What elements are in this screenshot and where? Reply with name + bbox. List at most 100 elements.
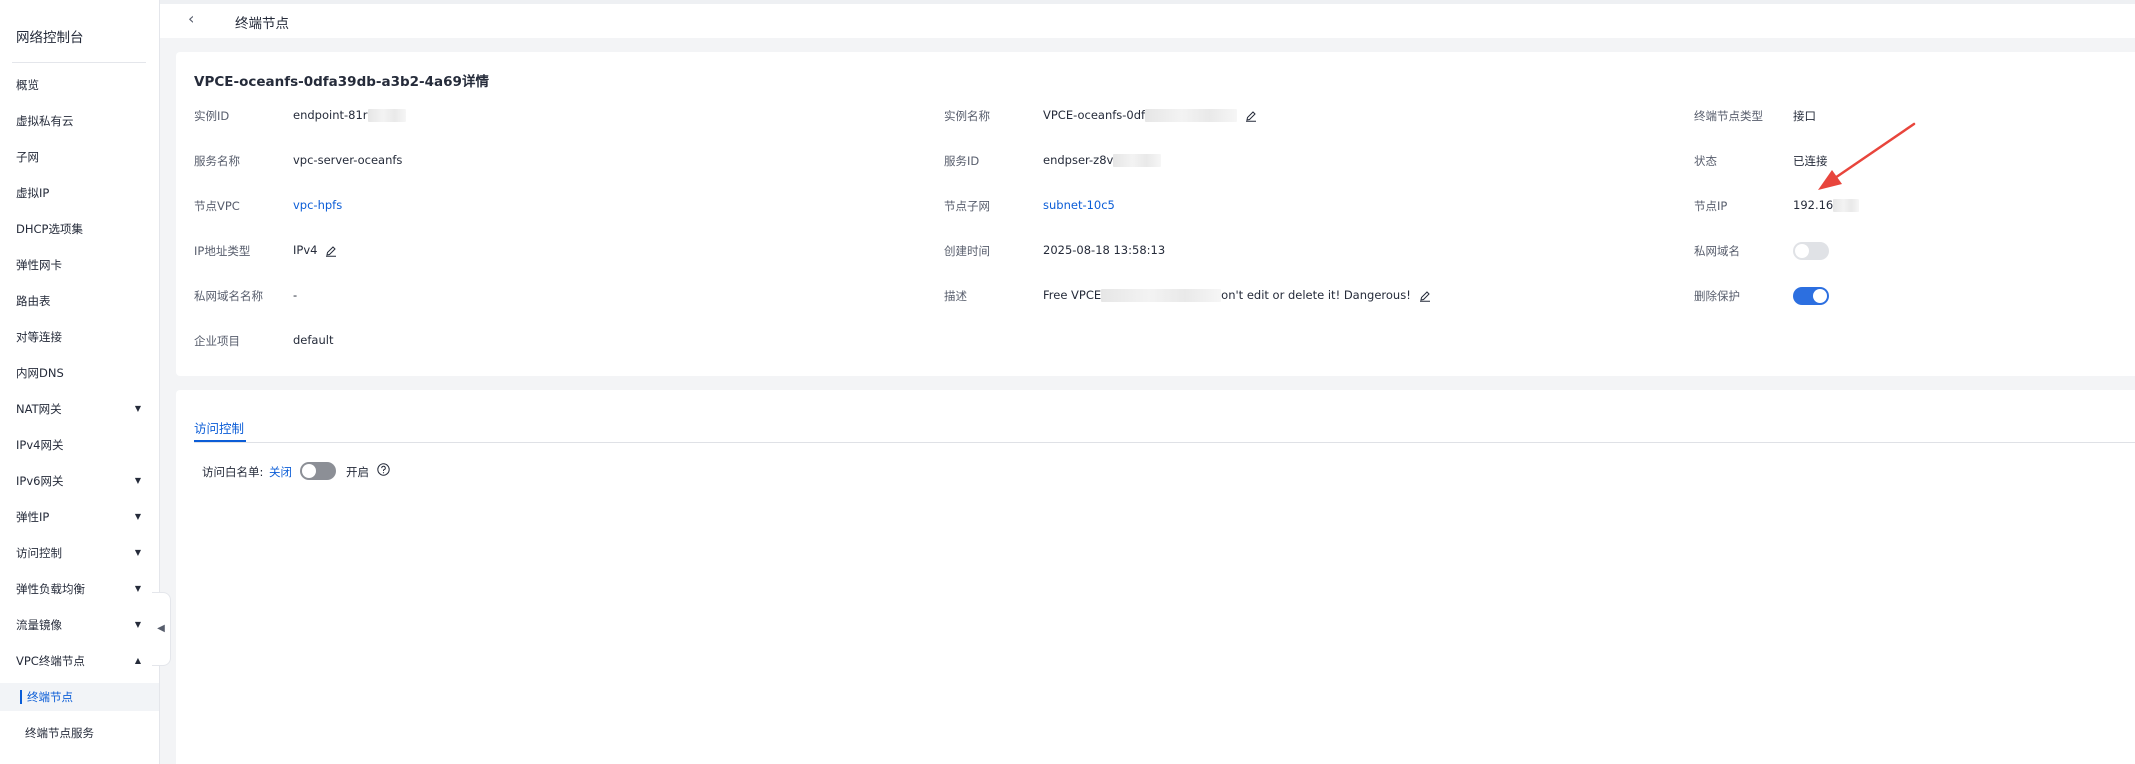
sidebar-item-label: VPC终端节点 — [16, 654, 85, 668]
service-id-value: endpser-z8v — [1043, 153, 1162, 167]
sidebar-item-label: 流量镜像 — [16, 618, 62, 632]
redaction-mask — [1145, 109, 1238, 122]
sidebar-item-label: 终端节点服务 — [25, 726, 94, 740]
sidebar-item-label: 弹性网卡 — [16, 258, 62, 272]
sidebar-title: 网络控制台 — [16, 30, 84, 46]
detail-title: VPCE-oceanfs-0dfa39db-a3b2-4a69详情 — [194, 74, 489, 90]
redaction-mask — [1833, 199, 1860, 212]
page-header: ‹ 终端节点 — [160, 4, 2135, 38]
sidebar-item-label: IPv6网关 — [16, 474, 64, 488]
toggle-knob — [302, 464, 316, 478]
help-icon[interactable] — [377, 463, 390, 476]
sidebar-item-label: 概览 — [16, 78, 39, 92]
sidebar: 网络控制台 概览 虚拟私有云 子网 虚拟IP DHCP选项集 弹性网卡 路由表 … — [0, 0, 160, 764]
annotation-arrow — [1818, 122, 1916, 190]
sidebar-collapse-button[interactable]: ◀ — [152, 592, 171, 666]
node-ip-value: 192.16 — [1793, 198, 1860, 212]
chevron-down-icon: ▼ — [134, 548, 141, 557]
sidebar-item-label: NAT网关 — [16, 402, 62, 416]
instance-id-text: endpoint-81r — [293, 108, 368, 122]
chevron-down-icon: ▼ — [134, 476, 141, 485]
sidebar-item-endpoint-services[interactable]: 终端节点服务 — [0, 719, 159, 747]
sidebar-item-dhcp[interactable]: DHCP选项集 — [0, 215, 159, 243]
sidebar-item-label: DHCP选项集 — [16, 222, 83, 236]
sidebar-item-eni[interactable]: 弹性网卡 — [0, 251, 159, 279]
enterprise-project-value: default — [293, 333, 334, 347]
chevron-left-icon: ◀ — [157, 623, 165, 634]
node-vpc-link[interactable]: vpc-hpfs — [293, 198, 342, 212]
tab-access-control[interactable]: 访问控制 — [194, 418, 244, 437]
instance-name-text: VPCE-oceanfs-0df — [1043, 108, 1146, 122]
private-dns-label: 私网域名 — [1694, 244, 1740, 258]
active-tab-indicator — [194, 440, 246, 442]
enterprise-project-label: 企业项目 — [194, 334, 240, 348]
service-id-text: endpser-z8v — [1043, 153, 1114, 167]
sidebar-item-subnet[interactable]: 子网 — [0, 143, 159, 171]
service-name-value: vpc-server-oceanfs — [293, 153, 403, 167]
sidebar-divider — [12, 62, 146, 63]
node-ip-text: 192.16 — [1793, 198, 1834, 212]
sidebar-item-label: 虚拟IP — [16, 186, 50, 200]
chevron-down-icon: ▼ — [134, 512, 141, 521]
edit-icon[interactable] — [1245, 110, 1257, 122]
sidebar-item-overview[interactable]: 概览 — [0, 71, 159, 99]
sidebar-item-route-table[interactable]: 路由表 — [0, 287, 159, 315]
sidebar-item-label: 弹性IP — [16, 510, 50, 524]
whitelist-label: 访问白名单: — [202, 465, 264, 479]
chevron-down-icon: ▼ — [134, 584, 141, 593]
tab-divider — [194, 442, 2135, 443]
delete-protection-toggle[interactable] — [1793, 287, 1829, 305]
sidebar-item-label: 子网 — [16, 150, 39, 164]
chevron-down-icon: ▼ — [134, 620, 141, 629]
description-prefix: Free VPCE — [1043, 288, 1102, 302]
sidebar-item-dns[interactable]: 内网DNS — [0, 359, 159, 387]
instance-id-value: endpoint-81r — [293, 108, 406, 122]
sidebar-item-nat[interactable]: NAT网关 ▼ — [0, 395, 159, 423]
node-ip-label: 节点IP — [1694, 199, 1728, 213]
edit-icon[interactable] — [325, 245, 337, 257]
toggle-knob — [1795, 244, 1809, 258]
private-dns-name-value: - — [293, 288, 298, 302]
sidebar-item-elb[interactable]: 弹性负载均衡 ▼ — [0, 575, 159, 603]
sidebar-item-endpoints[interactable]: 终端节点 — [0, 683, 159, 711]
sidebar-item-label: 弹性负载均衡 — [16, 582, 85, 596]
sidebar-item-traffic-mirror[interactable]: 流量镜像 ▼ — [0, 611, 159, 639]
page-title: 终端节点 — [235, 16, 289, 32]
endpoint-type-label: 终端节点类型 — [1694, 109, 1763, 123]
service-id-label: 服务ID — [944, 154, 980, 168]
delete-protection-label: 删除保护 — [1694, 289, 1740, 303]
back-icon[interactable]: ‹ — [188, 9, 194, 28]
access-control-card: 访问控制 访问白名单: 关闭 开启 — [176, 390, 2135, 764]
node-vpc-label: 节点VPC — [194, 199, 240, 213]
ip-type-value: IPv4 — [293, 243, 337, 257]
sidebar-item-label: 路由表 — [16, 294, 51, 308]
sidebar-item-access-control[interactable]: 访问控制 ▼ — [0, 539, 159, 567]
node-subnet-label: 节点子网 — [944, 199, 990, 213]
sidebar-item-label: 对等连接 — [16, 330, 62, 344]
sidebar-item-ipv6-gateway[interactable]: IPv6网关 ▼ — [0, 467, 159, 495]
created-value: 2025-08-18 13:58:13 — [1043, 243, 1166, 257]
sidebar-item-eip[interactable]: 弹性IP ▼ — [0, 503, 159, 531]
sidebar-item-virtual-ip[interactable]: 虚拟IP — [0, 179, 159, 207]
private-dns-toggle[interactable] — [1793, 242, 1829, 260]
sidebar-item-label: 终端节点 — [27, 690, 73, 704]
whitelist-toggle[interactable] — [300, 462, 336, 480]
instance-id-label: 实例ID — [194, 109, 230, 123]
sidebar-item-label: 内网DNS — [16, 366, 64, 380]
redaction-mask — [367, 109, 406, 122]
sidebar-item-vpc[interactable]: 虚拟私有云 — [0, 107, 159, 135]
service-name-label: 服务名称 — [194, 154, 240, 168]
edit-icon[interactable] — [1419, 290, 1431, 302]
description-value: Free VPCE on't edit or delete it! Dangero… — [1043, 288, 1431, 302]
sidebar-item-peering[interactable]: 对等连接 — [0, 323, 159, 351]
status-label: 状态 — [1694, 154, 1717, 168]
description-label: 描述 — [944, 289, 967, 303]
sidebar-item-vpc-endpoint[interactable]: VPC终端节点 ▲ — [0, 647, 159, 675]
redaction-mask — [1113, 154, 1162, 167]
ip-type-label: IP地址类型 — [194, 244, 251, 258]
node-subnet-link[interactable]: subnet-10c5 — [1043, 198, 1115, 212]
sidebar-item-label: IPv4网关 — [16, 438, 64, 452]
ip-type-text: IPv4 — [293, 243, 318, 257]
sidebar-item-ipv4-gateway[interactable]: IPv4网关 — [0, 431, 159, 459]
created-label: 创建时间 — [944, 244, 990, 258]
